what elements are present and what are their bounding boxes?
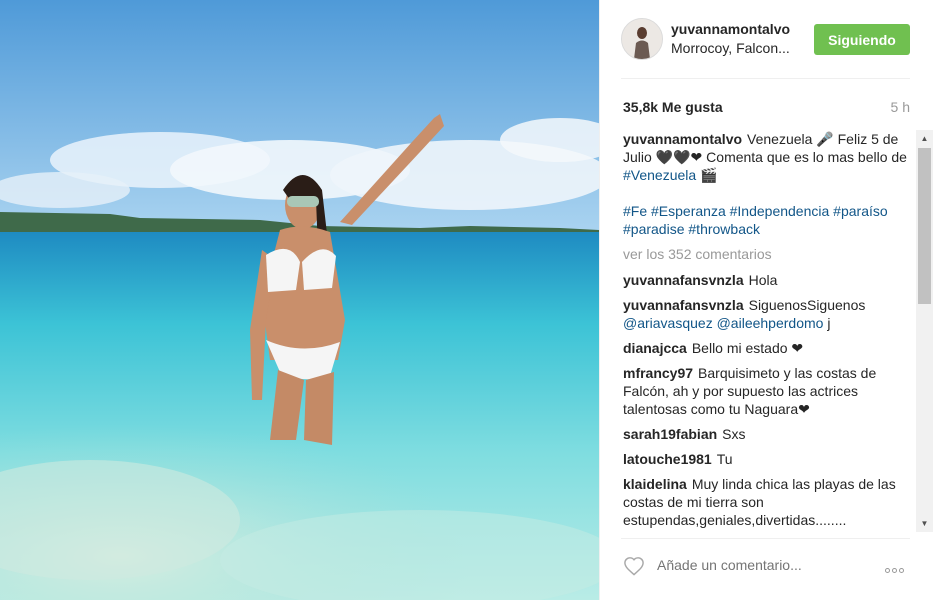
post-location[interactable]: Morrocoy, Falcon... <box>671 40 801 56</box>
comment-username[interactable]: sarah19fabian <box>623 426 717 442</box>
header-divider <box>621 78 910 79</box>
more-options-icon[interactable] <box>885 560 911 573</box>
add-comment-input[interactable] <box>657 557 857 573</box>
comments-list: yuvannamontalvo Venezuela 🎤 Feliz 5 de Ju… <box>623 130 913 532</box>
comments-scrollbar[interactable]: ▲ ▼ <box>916 130 933 532</box>
likes-count[interactable]: 35,8k Me gusta <box>623 99 723 115</box>
comment-text-tail: j <box>827 315 831 331</box>
hashtag-list: #Fe #Esperanza #Independencia #paraíso #… <box>623 202 913 238</box>
comment-text: SiguenosSiguenos <box>748 297 866 313</box>
comment-username[interactable]: dianajcca <box>623 340 687 356</box>
caption-username[interactable]: yuvannamontalvo <box>623 131 742 147</box>
post-time[interactable]: 5 h <box>891 99 910 115</box>
hashtag-link[interactable]: #Esperanza <box>651 203 726 219</box>
following-button[interactable]: Siguiendo <box>814 24 910 55</box>
post-side-panel: yuvannamontalvo Morrocoy, Falcon... Sigu… <box>600 0 934 600</box>
comment-item: klaidelina Muy linda chica las playas de … <box>623 475 913 529</box>
comment-username[interactable]: klaidelina <box>623 476 687 492</box>
hashtag-link[interactable]: #paradise <box>623 221 685 237</box>
comment-item: dianajcca Bello mi estado ❤ <box>623 339 913 357</box>
caption-text-end: 🎬 <box>696 167 718 183</box>
caption-hashtag[interactable]: #Venezuela <box>623 167 696 183</box>
comment-username[interactable]: latouche1981 <box>623 451 712 467</box>
mention-link[interactable]: @ariavasquez <box>623 315 713 331</box>
comment-username[interactable]: mfrancy97 <box>623 365 693 381</box>
comment-item: mfrancy97 Barquisimeto y las costas de Fa… <box>623 364 913 418</box>
post-photo[interactable] <box>0 0 599 600</box>
comment-username[interactable]: yuvannafansvnzla <box>623 272 744 288</box>
comment-username[interactable]: yuvannafansvnzla <box>623 297 744 313</box>
view-all-comments-link[interactable]: ver los 352 comentarios <box>623 245 913 263</box>
heart-outline-icon[interactable] <box>623 556 645 576</box>
comment-text: Tu <box>716 451 733 467</box>
hashtag-link[interactable]: #Fe <box>623 203 647 219</box>
comment-text: Hola <box>748 272 778 288</box>
avatar[interactable] <box>621 18 663 60</box>
comment-text: Sxs <box>722 426 746 442</box>
post-header: yuvannamontalvo Morrocoy, Falcon... Sigu… <box>600 0 934 78</box>
comment-item: yuvannafansvnzla Hola <box>623 271 913 289</box>
comment-text: Bello mi estado ❤ <box>691 340 804 356</box>
post-author-username[interactable]: yuvannamontalvo <box>671 21 790 37</box>
scroll-up-arrow-icon[interactable]: ▲ <box>916 130 933 147</box>
hashtag-link[interactable]: #Independencia <box>730 203 830 219</box>
comment-item: sarah19fabian Sxs <box>623 425 913 443</box>
hashtag-link[interactable]: #paraíso <box>833 203 887 219</box>
comment-item: yuvannafansvnzla SiguenosSiguenos @ariava… <box>623 296 913 332</box>
hashtag-link[interactable]: #throwback <box>688 221 760 237</box>
mention-link[interactable]: @aileehperdomo <box>717 315 824 331</box>
scrollbar-thumb[interactable] <box>918 148 931 304</box>
composer-divider <box>621 538 910 539</box>
comment-item: latouche1981 Tu <box>623 450 913 468</box>
caption: yuvannamontalvo Venezuela 🎤 Feliz 5 de Ju… <box>623 130 913 184</box>
scroll-down-arrow-icon[interactable]: ▼ <box>916 515 933 532</box>
